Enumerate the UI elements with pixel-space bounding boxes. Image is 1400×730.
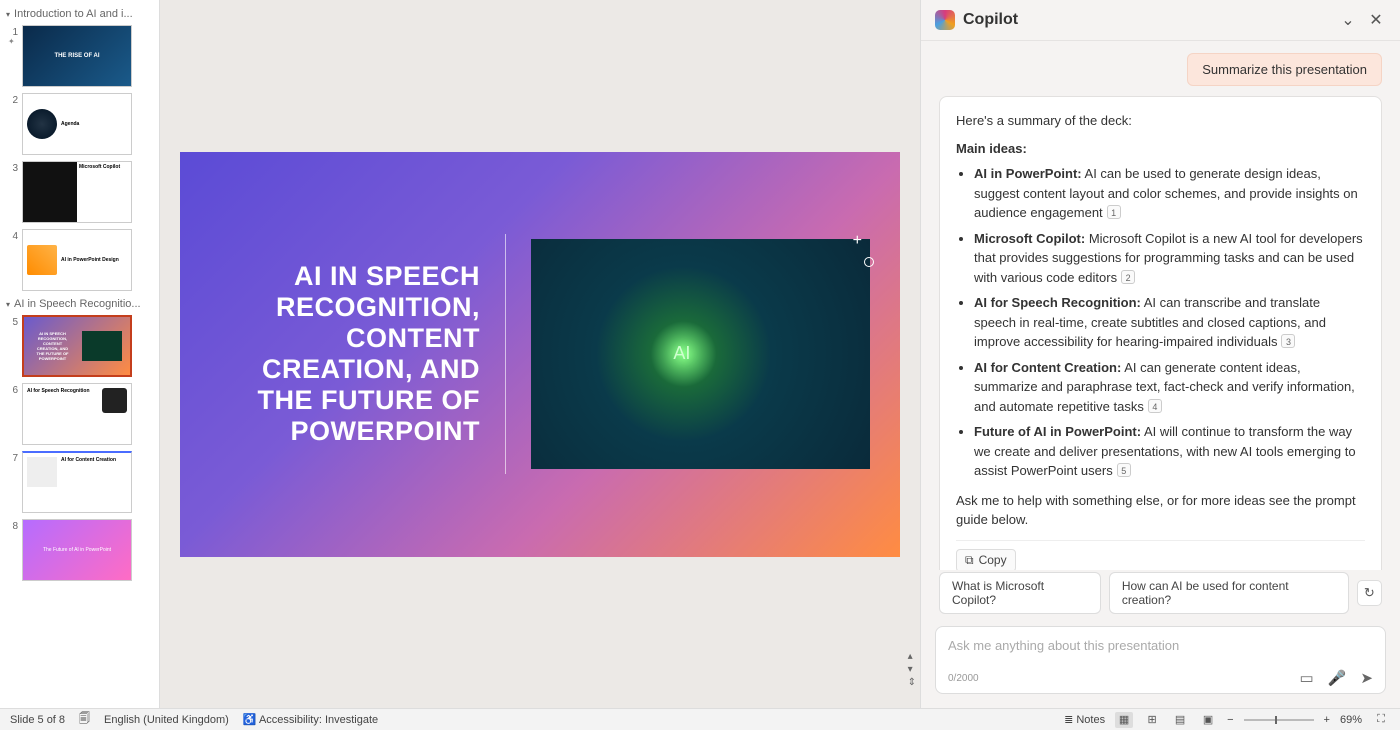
thumb-number: 8 <box>8 519 18 532</box>
slide-title[interactable]: AI IN SPEECH RECOGNITION, CONTENT CREATI… <box>220 261 480 447</box>
thumb-number: 3 <box>8 161 18 174</box>
accessibility-status[interactable]: ♿ Accessibility: Investigate <box>243 713 378 726</box>
prompt-guide-icon[interactable]: ▭ <box>1300 669 1314 687</box>
reply-outro: Ask me to help with something else, or f… <box>956 491 1365 530</box>
main-ideas-heading: Main ideas: <box>956 139 1365 159</box>
thumb-slide-1[interactable]: 1✦ THE RISE OF AI <box>0 22 159 90</box>
notes-toggle[interactable]: ≣ Notes <box>1064 713 1105 726</box>
zoom-in-icon[interactable]: + <box>1324 714 1330 726</box>
section-header-speech[interactable]: AI in Speech Recognitio... <box>0 294 159 312</box>
language-status[interactable]: English (United Kingdom) <box>104 714 229 726</box>
copilot-input-box[interactable]: 0/2000 ▭ 🎤 ➤ <box>935 626 1386 694</box>
accessibility-icon: ♿ <box>243 714 257 726</box>
reading-view-icon[interactable]: ▤ <box>1171 712 1189 728</box>
scroll-down-icon[interactable]: ▾ <box>908 664 916 675</box>
copilot-header: Copilot ⌄ ✕ <box>921 0 1400 41</box>
list-item: AI in PowerPoint: AI can be used to gene… <box>974 164 1365 223</box>
send-icon[interactable]: ➤ <box>1360 669 1373 687</box>
slide-stage[interactable]: AI IN SPEECH RECOGNITION, CONTENT CREATI… <box>160 0 920 708</box>
reference-badge[interactable]: 4 <box>1148 399 1162 413</box>
status-bar: Slide 5 of 8 🗐 English (United Kingdom) … <box>0 708 1400 730</box>
thumb-number: 6 <box>8 383 18 396</box>
suggestion-row: What is Microsoft Copilot? How can AI be… <box>921 570 1400 622</box>
thumb-slide-5[interactable]: 5 AI IN SPEECH RECOGNITION, CONTENT CREA… <box>0 312 159 380</box>
list-item: AI for Content Creation: AI can generate… <box>974 358 1365 417</box>
zoom-slider[interactable] <box>1244 719 1314 721</box>
scroll-up-icon[interactable]: ▴ <box>908 651 916 662</box>
slide-counter[interactable]: Slide 5 of 8 <box>10 714 65 726</box>
slide-thumbnail-panel[interactable]: Introduction to AI and i... 1✦ THE RISE … <box>0 0 160 708</box>
close-icon[interactable]: ✕ <box>1366 10 1386 30</box>
list-item: Future of AI in PowerPoint: AI will cont… <box>974 422 1365 481</box>
add-icon[interactable]: + <box>853 232 862 250</box>
list-item: Microsoft Copilot: Microsoft Copilot is … <box>974 229 1365 288</box>
copy-icon: ⧉ <box>965 553 974 568</box>
microphone-icon[interactable]: 🎤 <box>1328 669 1347 687</box>
copilot-title: Copilot <box>963 11 1330 29</box>
thumb-slide-6[interactable]: 6 AI for Speech Recognition <box>0 380 159 448</box>
refresh-suggestions-icon[interactable]: ↻ <box>1357 580 1382 606</box>
star-icon: ✦ <box>8 38 18 46</box>
slide-divider <box>505 234 506 474</box>
reply-intro: Here's a summary of the deck: <box>956 111 1365 131</box>
current-slide[interactable]: AI IN SPEECH RECOGNITION, CONTENT CREATI… <box>180 152 900 557</box>
slide-hero-image[interactable] <box>531 239 870 469</box>
thumb-number: 4 <box>8 229 18 242</box>
notes-icon[interactable]: 🗐 <box>79 710 90 729</box>
char-counter: 0/2000 <box>948 673 979 684</box>
thumb-slide-4[interactable]: 4 AI in PowerPoint Design <box>0 226 159 294</box>
list-item: AI for Speech Recognition: AI can transc… <box>974 293 1365 352</box>
sorter-view-icon[interactable]: ⊞ <box>1143 712 1161 728</box>
thumb-slide-7[interactable]: 7 AI for Content Creation <box>0 448 159 516</box>
reference-badge[interactable]: 5 <box>1117 463 1131 477</box>
thumb-slide-2[interactable]: 2 Agenda <box>0 90 159 158</box>
suggestion-pill-1[interactable]: What is Microsoft Copilot? <box>939 572 1101 614</box>
thumb-number: 5 <box>8 315 18 328</box>
thumb-slide-8[interactable]: 8 The Future of AI in PowerPoint <box>0 516 159 584</box>
copilot-reply: Here's a summary of the deck: Main ideas… <box>939 96 1382 570</box>
reference-badge[interactable]: 2 <box>1121 270 1135 284</box>
fit-to-window-icon[interactable]: ⛶ <box>1372 712 1390 728</box>
reference-badge[interactable]: 1 <box>1107 205 1121 219</box>
slideshow-view-icon[interactable]: ▣ <box>1199 712 1217 728</box>
copilot-prompt-input[interactable] <box>948 638 1373 653</box>
copilot-panel: Copilot ⌄ ✕ Summarize this presentation … <box>920 0 1400 708</box>
scroll-split-icon[interactable]: ⇕ <box>908 677 916 688</box>
reply-bullets: AI in PowerPoint: AI can be used to gene… <box>956 164 1365 481</box>
normal-view-icon[interactable]: ▦ <box>1115 712 1133 728</box>
copilot-conversation[interactable]: Summarize this presentation Here's a sum… <box>921 41 1400 570</box>
copy-button[interactable]: ⧉ Copy <box>956 549 1016 571</box>
copilot-logo-icon <box>935 10 955 30</box>
reference-badge[interactable]: 3 <box>1281 334 1295 348</box>
zoom-percent[interactable]: 69% <box>1340 714 1362 726</box>
chevron-down-icon[interactable]: ⌄ <box>1338 10 1358 30</box>
user-message: Summarize this presentation <box>1187 53 1382 86</box>
circle-icon[interactable] <box>864 257 874 267</box>
zoom-out-icon[interactable]: − <box>1227 714 1233 726</box>
section-header-intro[interactable]: Introduction to AI and i... <box>0 4 159 22</box>
thumb-number: 2 <box>8 93 18 106</box>
thumb-slide-3[interactable]: 3 Microsoft Copilot <box>0 158 159 226</box>
suggestion-pill-2[interactable]: How can AI be used for content creation? <box>1109 572 1349 614</box>
stage-scroll-buttons[interactable]: ▴ ▾ ⇕ <box>908 651 916 688</box>
thumb-number: 7 <box>8 451 18 464</box>
